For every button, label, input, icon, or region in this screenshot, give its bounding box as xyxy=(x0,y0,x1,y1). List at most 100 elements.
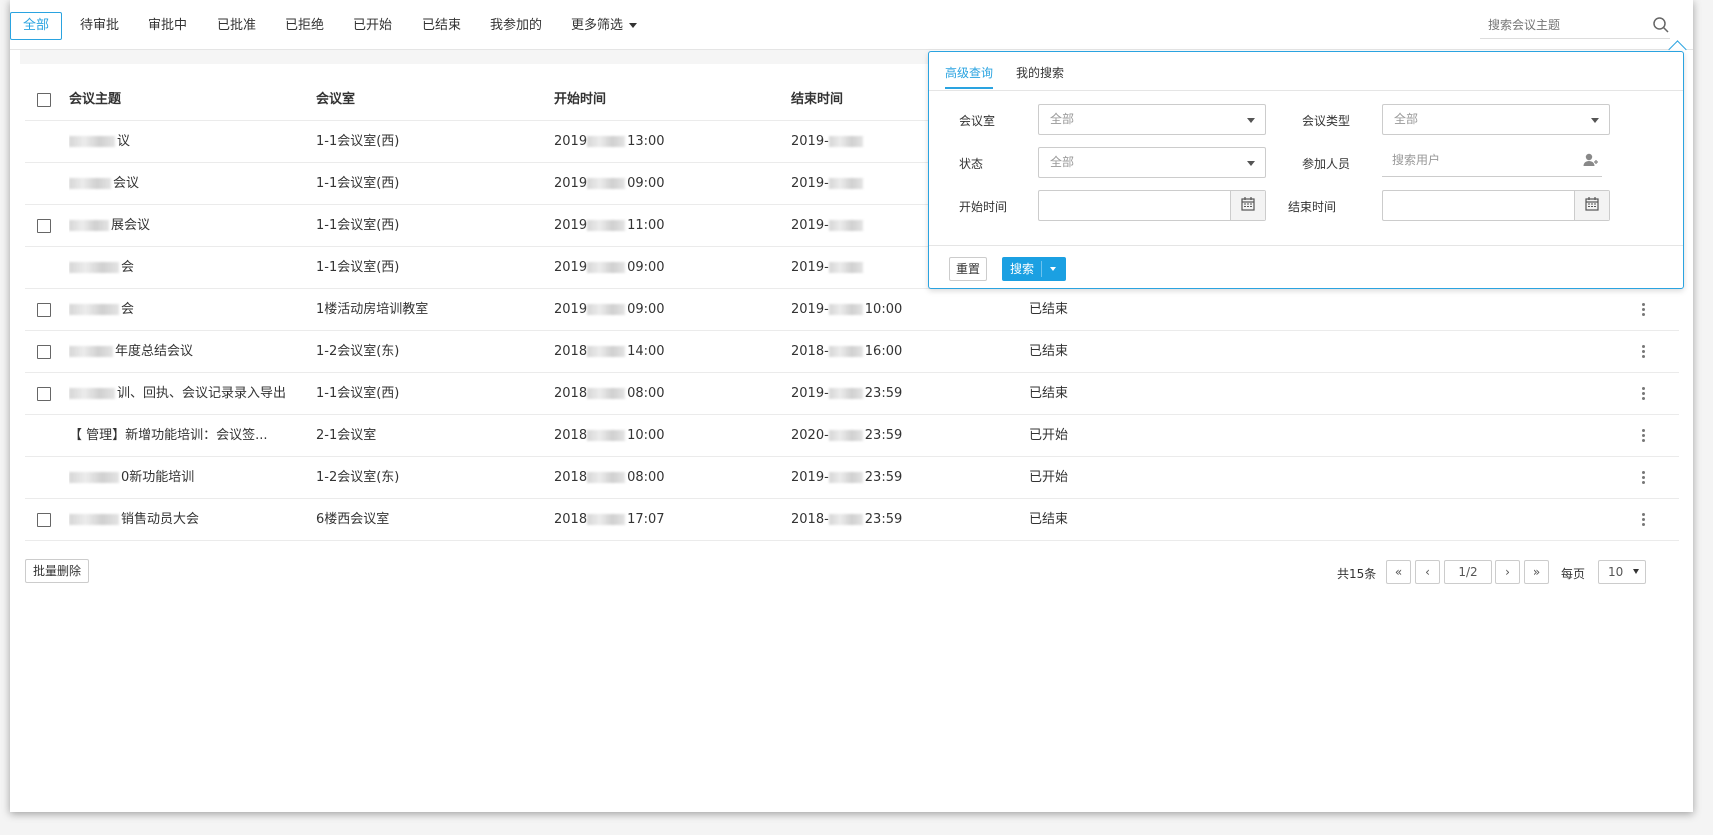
cell-subject: 年度总结会议 xyxy=(69,331,193,372)
caret-down-icon xyxy=(1247,161,1255,166)
type-select-value: 全部 xyxy=(1394,112,1419,126)
row-more-icon[interactable] xyxy=(1642,428,1646,444)
participants-label: 参加人员 xyxy=(1302,157,1351,171)
end-time-input[interactable] xyxy=(1382,190,1610,221)
cell-subject: 会议 xyxy=(69,163,139,204)
caret-down-icon xyxy=(1633,569,1639,574)
tab-mine[interactable]: 我参加的 xyxy=(490,14,542,38)
room-select-value: 全部 xyxy=(1050,112,1075,126)
status-select[interactable]: 全部 xyxy=(1038,147,1266,178)
per-page-select[interactable]: 10 xyxy=(1598,560,1646,584)
status-select-value: 全部 xyxy=(1050,155,1075,169)
row-checkbox[interactable] xyxy=(37,513,51,527)
cell-start: 2018 08:00 xyxy=(554,386,665,401)
tab-advanced-query[interactable]: 高级查询 xyxy=(945,64,994,89)
cell-subject: 【 管理】新增功能培训：会议签... xyxy=(69,428,268,443)
calendar-icon[interactable] xyxy=(1574,191,1609,220)
row-checkbox[interactable] xyxy=(37,345,51,359)
tab-rejected[interactable]: 已拒绝 xyxy=(285,14,324,38)
cell-end: 2019- 10:00 xyxy=(791,302,903,317)
tab-started[interactable]: 已开始 xyxy=(353,14,392,38)
cell-end: 2018- 23:59 xyxy=(791,512,903,527)
caret-down-icon xyxy=(1591,118,1599,123)
table-row[interactable]: 【 管理】新增功能培训：会议签... 2-1会议室 2018 10:00 2020… xyxy=(25,415,1679,457)
last-page-button[interactable]: » xyxy=(1524,560,1549,584)
cell-room: 6楼西会议室 xyxy=(316,512,390,527)
app-window: 全部 待审批 审批中 已批准 已拒绝 已开始 已结束 我参加的 更多筛选 会议主… xyxy=(10,0,1693,812)
cell-start: 2019 09:00 xyxy=(554,302,665,317)
tab-pending[interactable]: 待审批 xyxy=(80,14,119,38)
split-divider xyxy=(1041,261,1042,277)
table-row[interactable]: 训、回执、会议记录录入导出 1-1会议室(西) 2018 08:00 2019- 2… xyxy=(25,373,1679,415)
header-start: 开始时间 xyxy=(554,92,607,107)
cell-room: 1楼活动房培训教室 xyxy=(316,302,429,317)
end-time-label: 结束时间 xyxy=(1288,200,1337,214)
calendar-icon[interactable] xyxy=(1230,191,1265,220)
cell-start: 2018 08:00 xyxy=(554,470,665,485)
type-select[interactable]: 全部 xyxy=(1382,104,1610,135)
reset-button[interactable]: 重置 xyxy=(949,257,988,281)
cell-subject: 训、回执、会议记录录入导出 xyxy=(69,373,286,414)
row-more-icon[interactable] xyxy=(1642,512,1646,528)
cell-start: 2018 17:07 xyxy=(554,512,665,527)
tab-in-review[interactable]: 审批中 xyxy=(148,14,187,38)
user-add-icon[interactable] xyxy=(1582,152,1598,168)
tab-ended[interactable]: 已结束 xyxy=(422,14,461,38)
search-input[interactable] xyxy=(1480,14,1656,36)
cell-room: 2-1会议室 xyxy=(316,428,377,443)
cell-start: 2019 09:00 xyxy=(554,176,665,191)
page-indicator[interactable]: 1/2 xyxy=(1444,560,1492,584)
prev-page-button[interactable]: ‹ xyxy=(1415,560,1440,584)
header-subject: 会议主题 xyxy=(69,92,122,107)
status-label: 状态 xyxy=(959,157,984,171)
cell-subject: 议 xyxy=(69,121,130,162)
first-page-button[interactable]: « xyxy=(1386,560,1411,584)
tab-approved[interactable]: 已批准 xyxy=(217,14,256,38)
cell-subject: 展会议 xyxy=(69,205,150,246)
row-more-icon[interactable] xyxy=(1642,302,1646,318)
batch-delete-button[interactable]: 批量删除 xyxy=(25,559,90,583)
next-page-button[interactable]: › xyxy=(1495,560,1520,584)
caret-down-icon xyxy=(629,23,638,28)
cell-status: 已开始 xyxy=(1029,428,1069,443)
search-button[interactable]: 搜索 xyxy=(1002,257,1066,281)
participants-placeholder: 搜索用户 xyxy=(1392,153,1441,167)
tab-my-searches[interactable]: 我的搜索 xyxy=(1016,64,1064,81)
cell-room: 1-2会议室(东) xyxy=(316,470,400,485)
tab-more-filters[interactable]: 更多筛选 xyxy=(571,14,638,38)
cell-end: 2020- 23:59 xyxy=(791,428,903,443)
row-more-icon[interactable] xyxy=(1642,470,1646,486)
start-time-label: 开始时间 xyxy=(959,200,1008,214)
table-row[interactable]: 0新功能培训 1-2会议室(东) 2018 08:00 2019- 23:59 已开… xyxy=(25,457,1679,499)
row-checkbox[interactable] xyxy=(37,303,51,317)
cell-start: 2019 09:00 xyxy=(554,260,665,275)
cell-room: 1-2会议室(东) xyxy=(316,344,400,359)
room-label: 会议室 xyxy=(959,114,996,128)
search-icon[interactable] xyxy=(1652,16,1670,34)
caret-down-icon[interactable] xyxy=(1050,267,1056,271)
row-more-icon[interactable] xyxy=(1642,344,1646,360)
start-time-input[interactable] xyxy=(1038,190,1266,221)
row-more-icon[interactable] xyxy=(1642,386,1646,402)
cell-start: 2019 13:00 xyxy=(554,134,665,149)
table-row[interactable]: 会 1楼活动房培训教室 2019 09:00 2019- 10:00 已结束 xyxy=(25,289,1679,331)
table-row[interactable]: 年度总结会议 1-2会议室(东) 2018 14:00 2018- 16:00 已结… xyxy=(25,331,1679,373)
tab-all[interactable]: 全部 xyxy=(10,12,63,40)
cell-end: 2019- xyxy=(791,247,865,288)
table-row[interactable]: 销售动员大会 6楼西会议室 2018 17:07 2018- 23:59 已结束 xyxy=(25,499,1679,541)
participants-input[interactable]: 搜索用户 xyxy=(1382,146,1602,177)
room-select[interactable]: 全部 xyxy=(1038,104,1266,135)
cell-start: 2019 11:00 xyxy=(554,218,665,233)
cell-status: 已结束 xyxy=(1029,512,1069,527)
filter-tab-bar: 全部 待审批 审批中 已批准 已拒绝 已开始 已结束 我参加的 更多筛选 xyxy=(10,0,1693,50)
cell-end: 2019- xyxy=(791,163,865,204)
panel-tabs: 高级查询 我的搜索 xyxy=(929,52,1683,91)
row-checkbox[interactable] xyxy=(37,387,51,401)
select-all-checkbox[interactable] xyxy=(37,93,51,107)
total-count: 共15条 xyxy=(1337,567,1377,581)
cell-end: 2019- xyxy=(791,121,865,162)
cell-start: 2018 10:00 xyxy=(554,428,665,443)
cell-status: 已结束 xyxy=(1029,302,1069,317)
cell-room: 1-1会议室(西) xyxy=(316,134,400,149)
row-checkbox[interactable] xyxy=(37,219,51,233)
